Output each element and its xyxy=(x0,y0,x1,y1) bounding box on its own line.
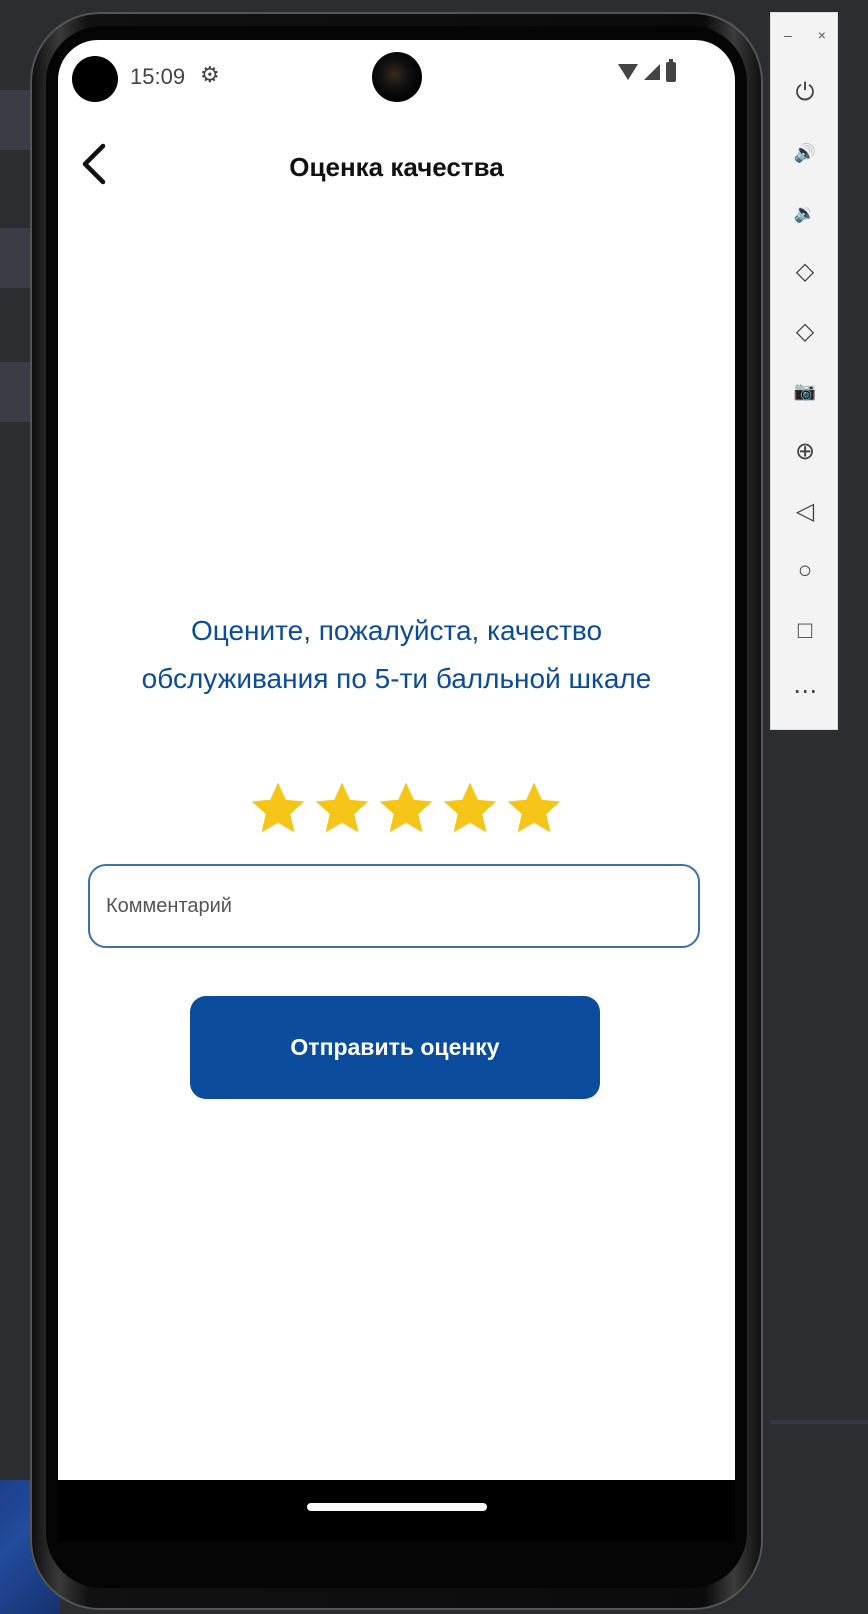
camera-icon[interactable]: 📷 xyxy=(781,369,829,413)
rating-prompt: Оцените, пожалуйста, качество обслуживан… xyxy=(78,607,715,703)
power-icon[interactable]: ⏻ xyxy=(781,71,829,115)
star-icon[interactable] xyxy=(248,778,308,838)
ide-divider xyxy=(770,1420,868,1424)
close-button[interactable]: × xyxy=(818,27,826,43)
comment-input[interactable] xyxy=(106,894,682,918)
status-time: 15:09 xyxy=(130,64,186,89)
emulator-window-controls: – × xyxy=(771,27,839,43)
star-icon[interactable] xyxy=(312,778,372,838)
app-screen: 15:09 ⚙ Оценка качества Оцените, пожалуй… xyxy=(58,40,735,1480)
volume-up-icon[interactable]: 🔊 xyxy=(781,131,829,175)
status-icons xyxy=(618,59,676,82)
submit-rating-button[interactable]: Отправить оценку xyxy=(190,996,600,1099)
zoom-icon[interactable]: ⊕ xyxy=(781,429,829,473)
more-icon[interactable]: ⋯ xyxy=(781,669,829,713)
front-camera xyxy=(372,52,422,102)
rating-prompt-line1: Оцените, пожалуйста, качество xyxy=(190,615,603,646)
wifi-icon xyxy=(618,64,638,80)
star-rating xyxy=(248,778,564,838)
status-bar-camera-dot xyxy=(72,56,118,102)
rating-prompt-line2: обслуживания по 5-ти балльной шкале xyxy=(141,663,652,694)
ide-background-right xyxy=(760,740,868,1614)
home-gesture-bar[interactable] xyxy=(307,1503,487,1511)
emulator-toolbar: – × ⏻ 🔊 🔉 ◇ ◇ 📷 ⊕ ◁ ○ □ ⋯ xyxy=(770,12,838,730)
minimize-button[interactable]: – xyxy=(784,27,792,43)
star-icon[interactable] xyxy=(376,778,436,838)
gear-icon: ⚙ xyxy=(200,62,220,87)
rotate-left-icon[interactable]: ◇ xyxy=(781,249,829,293)
home-icon[interactable]: ○ xyxy=(781,549,829,593)
page-title: Оценка качества xyxy=(289,152,504,182)
star-icon[interactable] xyxy=(440,778,500,838)
back-icon[interactable]: ◁ xyxy=(781,489,829,533)
signal-icon xyxy=(644,64,660,80)
rotate-right-icon[interactable]: ◇ xyxy=(781,309,829,353)
overview-icon[interactable]: □ xyxy=(781,609,829,653)
star-icon[interactable] xyxy=(504,778,564,838)
volume-down-icon[interactable]: 🔉 xyxy=(781,191,829,235)
system-nav-bar xyxy=(58,1480,735,1542)
battery-icon xyxy=(666,59,676,82)
comment-field[interactable] xyxy=(88,864,700,948)
